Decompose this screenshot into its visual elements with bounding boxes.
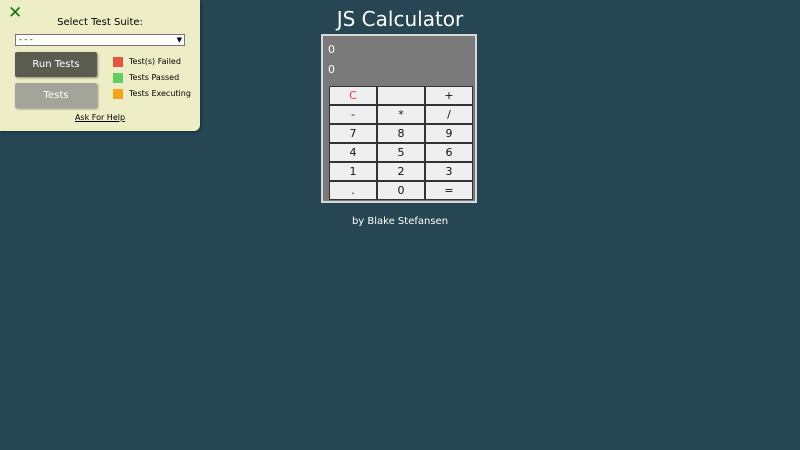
key-4[interactable]: 4: [329, 143, 377, 162]
key-minus[interactable]: -: [329, 105, 377, 124]
key-equals[interactable]: =: [425, 181, 473, 200]
author-credit: by Blake Stefansen: [351, 216, 449, 227]
run-tests-button[interactable]: Run Tests: [15, 52, 97, 77]
key-9[interactable]: 9: [425, 124, 473, 143]
key-multiply[interactable]: *: [377, 105, 425, 124]
tests-button[interactable]: Tests: [15, 83, 97, 108]
legend-label: Tests Executing: [129, 89, 191, 98]
test-panel: ✕ Select Test Suite: - - - ▼ Run Tests T…: [0, 0, 200, 131]
display-current: 0: [328, 63, 335, 76]
key-blank[interactable]: [377, 86, 425, 105]
key-5[interactable]: 5: [377, 143, 425, 162]
suite-label: Select Test Suite:: [57, 17, 143, 28]
legend-label: Tests Passed: [129, 73, 180, 82]
key-3[interactable]: 3: [425, 162, 473, 181]
suite-selected-value: - - -: [19, 35, 33, 44]
passed-swatch: [113, 73, 123, 83]
legend-label: Test(s) Failed: [129, 57, 181, 66]
key-6[interactable]: 6: [425, 143, 473, 162]
calculator: 0 0 C + - */7 8 9 4 5 6 1 2 3. 0 =: [321, 34, 477, 203]
key-1[interactable]: 1: [329, 162, 377, 181]
chevron-down-icon: ▼: [176, 36, 182, 44]
ask-for-help-link[interactable]: Ask For Help: [0, 113, 200, 122]
key-plus[interactable]: +: [425, 86, 473, 105]
test-suite-select[interactable]: - - - ▼: [15, 34, 185, 46]
key-decimal[interactable]: .: [329, 181, 377, 200]
key-divide[interactable]: /: [425, 105, 473, 124]
key-0[interactable]: 0: [377, 181, 425, 200]
page: JS Calculator 0 0 C + - */7 8 9 4 5 6 1 2 3. 0 = by B…: [0, 0, 800, 450]
key-clear[interactable]: C: [329, 86, 377, 105]
executing-swatch: [113, 89, 123, 99]
display-previous: 0: [328, 43, 335, 56]
failed-swatch: [113, 57, 123, 67]
key-7[interactable]: 7: [329, 124, 377, 143]
keypad: C + - */ 7 8 9 4 5 6 1 2 3. 0 =: [329, 86, 473, 200]
key-8[interactable]: 8: [377, 124, 425, 143]
key-2[interactable]: 2: [377, 162, 425, 181]
